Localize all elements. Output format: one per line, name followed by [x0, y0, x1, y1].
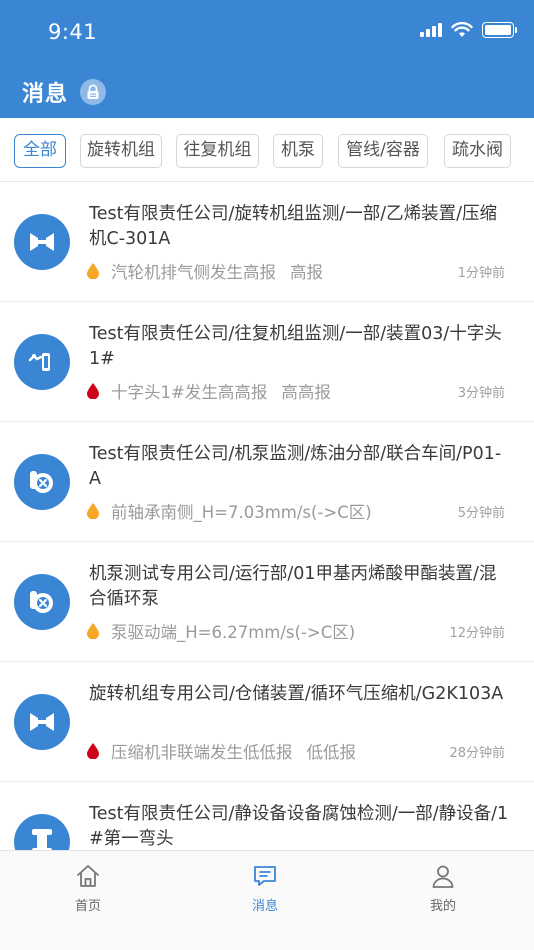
message-title: Test有限责任公司/旋转机组监测/一部/乙烯装置/压缩机C-301A — [89, 204, 498, 249]
home-icon — [77, 865, 99, 887]
message-item[interactable]: 机泵测试专用公司/运行部/01甲基丙烯酸甲酯装置/混合循环泵 泵驱动端_H=6.… — [0, 542, 534, 662]
message-item[interactable]: 旋转机组专用公司/仓储装置/循环气压缩机/G2K103A 压缩机非联端发生低低报… — [0, 662, 534, 782]
status-bar: 9:41 — [0, 0, 534, 64]
battery-icon — [482, 22, 517, 38]
tab-messages-label: 消息 — [251, 899, 278, 914]
message-time: 3分钟前 — [457, 386, 505, 401]
alert-text: 压缩机非联端发生低低报 — [111, 743, 293, 762]
filter-chip-all[interactable]: 全部 — [14, 134, 66, 168]
alert-text: 汽轮机排气侧发生高报 — [111, 263, 276, 282]
message-time: 12分钟前 — [449, 626, 505, 641]
lock-icon[interactable] — [80, 79, 107, 105]
message-title: Test有限责任公司/机泵监测/炼油分部/联合车间/P01-A — [89, 444, 502, 489]
rotating-unit-icon — [14, 214, 70, 270]
danger-drop-icon — [87, 743, 99, 759]
message-item[interactable]: Test有限责任公司/往复机组监测/一部/装置03/十字头1# 十字头1#发生高… — [0, 302, 534, 422]
pump-icon — [14, 574, 70, 630]
message-title: Test有限责任公司/静设备设备腐蚀检测/一部/静设备/1#第一弯头 — [89, 804, 509, 849]
pump-icon — [14, 454, 70, 510]
message-list: Test有限责任公司/旋转机组监测/一部/乙烯装置/压缩机C-301A 汽轮机排… — [0, 182, 534, 850]
message-icon — [254, 866, 276, 886]
status-time: 9:41 — [48, 20, 98, 44]
message-alert: 压缩机非联端发生低低报 低低报 — [87, 739, 356, 763]
alert-text: 十字头1#发生高高报 — [111, 383, 268, 402]
alert-text: 泵驱动端_H=6.27mm/s(->C区) — [111, 623, 356, 642]
message-alert: 泵驱动端_H=6.27mm/s(->C区) — [87, 619, 355, 643]
message-title: Test有限责任公司/往复机组监测/一部/装置03/十字头1# — [89, 324, 502, 369]
message-item[interactable]: Test有限责任公司/静设备设备腐蚀检测/一部/静设备/1#第一弯头 — [0, 782, 534, 850]
filter-chip-pipeline[interactable]: 管线/容器 — [338, 134, 428, 168]
rotating-unit-icon — [14, 694, 70, 750]
user-icon — [432, 865, 454, 888]
filter-bar: 全部 旋转机组 往复机组 机泵 管线/容器 疏水阀 — [0, 118, 534, 182]
warning-drop-icon — [87, 503, 99, 519]
message-item[interactable]: Test有限责任公司/机泵监测/炼油分部/联合车间/P01-A 前轴承南侧_H=… — [0, 422, 534, 542]
filter-chip-rotating[interactable]: 旋转机组 — [80, 134, 162, 168]
alert-level: 高报 — [290, 263, 323, 282]
status-icons — [420, 22, 517, 38]
reciprocating-unit-icon — [14, 334, 70, 390]
title-row: 消息 — [22, 76, 107, 108]
message-title: 旋转机组专用公司/仓储装置/循环气压缩机/G2K103A — [89, 684, 504, 704]
tab-me-label: 我的 — [429, 899, 456, 914]
tab-bar: 首页 消息 我的 — [0, 850, 534, 950]
message-time: 5分钟前 — [457, 506, 505, 521]
wifi-icon — [451, 22, 473, 37]
signal-icon — [420, 23, 442, 37]
alert-text: 前轴承南侧_H=7.03mm/s(->C区) — [111, 503, 372, 522]
message-alert: 十字头1#发生高高报 高高报 — [87, 379, 331, 403]
warning-drop-icon — [87, 623, 99, 639]
alert-level: 低低报 — [306, 743, 357, 762]
filter-chip-trap[interactable]: 疏水阀 — [444, 134, 511, 168]
danger-drop-icon — [87, 383, 99, 399]
filter-chip-reciprocating[interactable]: 往复机组 — [176, 134, 259, 168]
pipeline-icon — [14, 814, 70, 850]
page-title: 消息 — [22, 82, 69, 107]
message-alert: 汽轮机排气侧发生高报 高报 — [87, 259, 323, 283]
message-alert: 前轴承南侧_H=7.03mm/s(->C区) — [87, 499, 372, 523]
header: 9:41 消息 — [0, 0, 534, 118]
message-time: 28分钟前 — [449, 746, 505, 761]
alert-level: 高高报 — [281, 383, 331, 402]
tab-home[interactable]: 首页 — [48, 863, 128, 914]
filter-chip-pump[interactable]: 机泵 — [273, 134, 323, 168]
message-time: 1分钟前 — [457, 266, 505, 281]
message-item[interactable]: Test有限责任公司/旋转机组监测/一部/乙烯装置/压缩机C-301A 汽轮机排… — [0, 182, 534, 302]
tab-messages[interactable]: 消息 — [225, 863, 305, 914]
tab-me[interactable]: 我的 — [403, 863, 483, 914]
tab-home-label: 首页 — [74, 899, 101, 914]
message-title: 机泵测试专用公司/运行部/01甲基丙烯酸甲酯装置/混合循环泵 — [89, 564, 497, 609]
warning-drop-icon — [87, 263, 99, 279]
